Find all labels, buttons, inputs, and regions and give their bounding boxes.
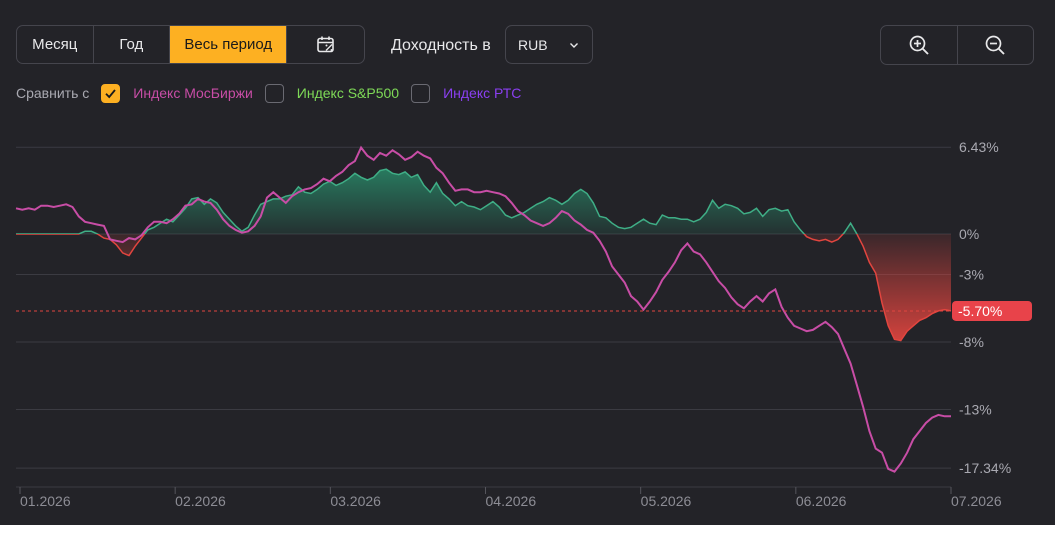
yield-chart: 6.43% 0% -3% -8% -13% -17.34% 01.2026 02.2026 03… (15, 139, 1032, 509)
portfolio-line-positive (16, 168, 858, 234)
x-tick-label: 07.2026 (951, 493, 1002, 509)
current-value-label: -5.70% (958, 303, 1002, 319)
portfolio-line-negative (16, 234, 952, 342)
x-tick-label: 06.2026 (796, 493, 847, 509)
y-tick-label: -13% (959, 402, 992, 418)
portfolio-chart-panel: Месяц Год Весь период Доходность в RUB С… (0, 0, 1055, 525)
x-tick-label: 03.2026 (330, 493, 381, 509)
x-tick-label: 02.2026 (175, 493, 226, 509)
moex-index-line (15, 145, 951, 473)
portfolio-positive-area (16, 169, 951, 234)
x-tick-label: 05.2026 (641, 493, 692, 509)
y-tick-label: 6.43% (959, 139, 999, 155)
x-tick-label: 04.2026 (486, 493, 537, 509)
portfolio-negative-area (16, 234, 951, 341)
x-tick-label: 01.2026 (20, 493, 71, 509)
y-tick-label: -17.34% (959, 460, 1011, 476)
y-tick-label: 0% (959, 226, 979, 242)
y-tick-label: -8% (959, 334, 984, 350)
y-tick-label: -3% (959, 267, 984, 283)
